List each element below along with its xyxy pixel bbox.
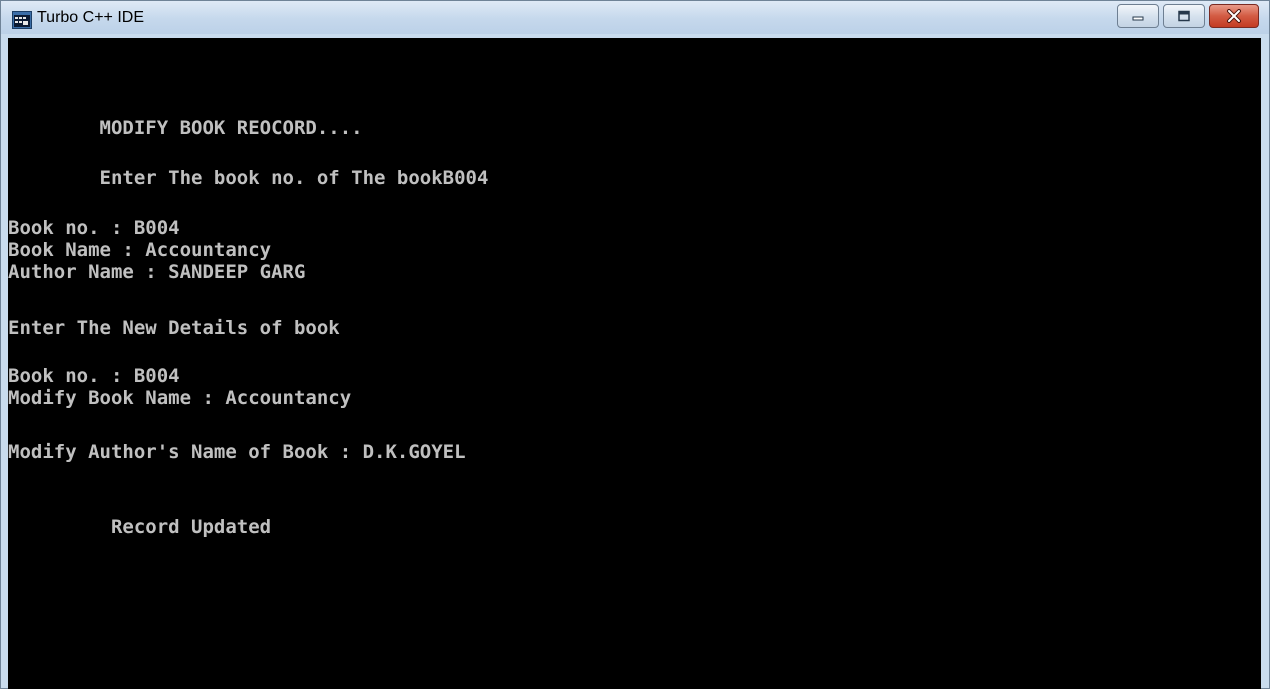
maximize-icon <box>1178 10 1190 22</box>
console-book-name: Book Name : Accountancy <box>8 239 272 261</box>
maximize-button[interactable] <box>1163 4 1205 28</box>
console-output-area[interactable]: MODIFY BOOK REOCORD.... Enter The book n… <box>8 38 1261 689</box>
console-modify-author-name: Modify Author's Name of Book : D.K.GOYEL <box>8 441 466 463</box>
console-new-details-prompt: Enter The New Details of book <box>8 317 340 339</box>
minimize-icon <box>1132 16 1144 21</box>
turbo-cpp-window: Turbo C++ IDE MODIFY BOOK REOCORD.... En… <box>0 0 1270 689</box>
console-book-no: Book no. : B004 <box>8 217 180 239</box>
console-record-updated: Record Updated <box>8 516 272 538</box>
close-button[interactable] <box>1209 4 1259 28</box>
title-bar[interactable]: Turbo C++ IDE <box>1 1 1269 34</box>
console-author-name: Author Name : SANDEEP GARG <box>8 261 306 283</box>
window-title: Turbo C++ IDE <box>37 9 145 26</box>
msdos-console-icon <box>12 11 32 29</box>
console-new-book-no: Book no. : B004 <box>8 365 180 387</box>
console-modify-book-name: Modify Book Name : Accountancy <box>8 387 352 409</box>
console-book-no-prompt: Enter The book no. of The bookB004 <box>8 167 489 189</box>
close-icon <box>1227 9 1241 23</box>
minimize-button[interactable] <box>1117 4 1159 28</box>
console-heading: MODIFY BOOK REOCORD.... <box>8 117 363 139</box>
window-controls <box>1113 4 1259 30</box>
